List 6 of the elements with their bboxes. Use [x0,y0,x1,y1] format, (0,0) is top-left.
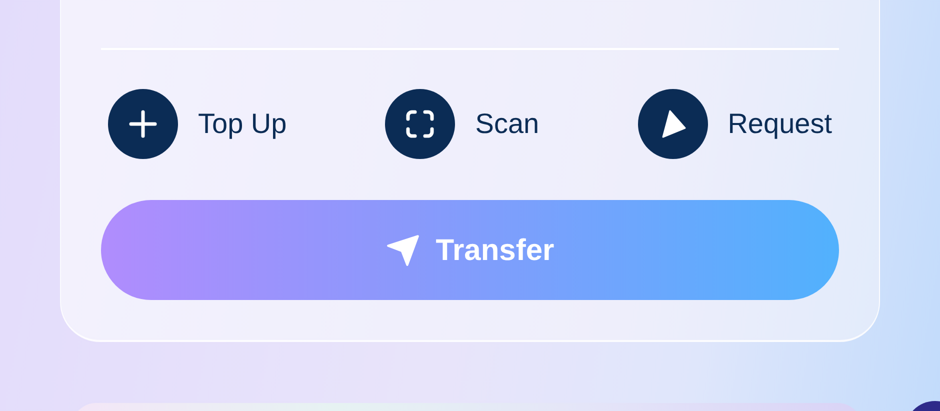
action-button[interactable]: Request [638,89,832,159]
action-button[interactable]: Top Up [108,89,287,159]
plus-icon [127,108,159,140]
send-icon [386,233,420,267]
action-button[interactable]: Scan [385,89,540,159]
scan-icon [404,108,436,140]
